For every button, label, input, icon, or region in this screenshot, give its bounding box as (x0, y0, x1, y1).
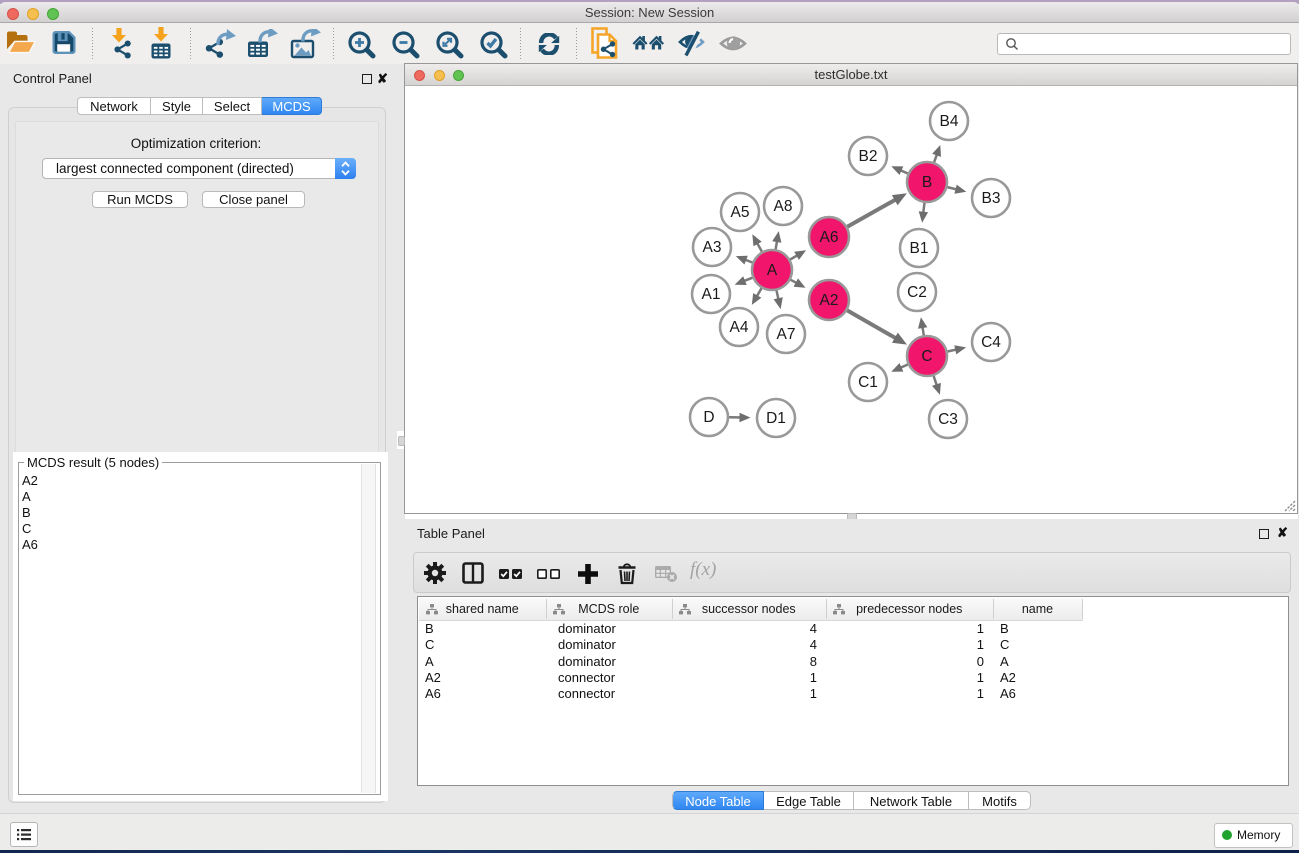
svg-text:A4: A4 (730, 319, 749, 336)
svg-text:A2: A2 (820, 292, 839, 309)
svg-text:B3: B3 (982, 190, 1001, 207)
svg-text:A5: A5 (731, 204, 750, 221)
svg-text:D1: D1 (766, 410, 786, 427)
svg-text:B4: B4 (940, 113, 959, 130)
svg-text:A: A (767, 262, 778, 279)
svg-text:B1: B1 (910, 240, 929, 257)
svg-text:C: C (921, 348, 932, 365)
svg-text:A3: A3 (703, 239, 722, 256)
svg-text:A7: A7 (777, 326, 796, 343)
svg-text:B: B (922, 174, 932, 191)
svg-text:C3: C3 (938, 411, 958, 428)
svg-text:A8: A8 (774, 198, 793, 215)
svg-text:C4: C4 (981, 334, 1001, 351)
svg-text:A1: A1 (702, 286, 721, 303)
svg-text:B2: B2 (859, 148, 878, 165)
svg-text:C2: C2 (907, 284, 927, 301)
svg-text:A6: A6 (820, 229, 839, 246)
svg-text:C1: C1 (858, 374, 878, 391)
svg-text:D: D (703, 409, 714, 426)
